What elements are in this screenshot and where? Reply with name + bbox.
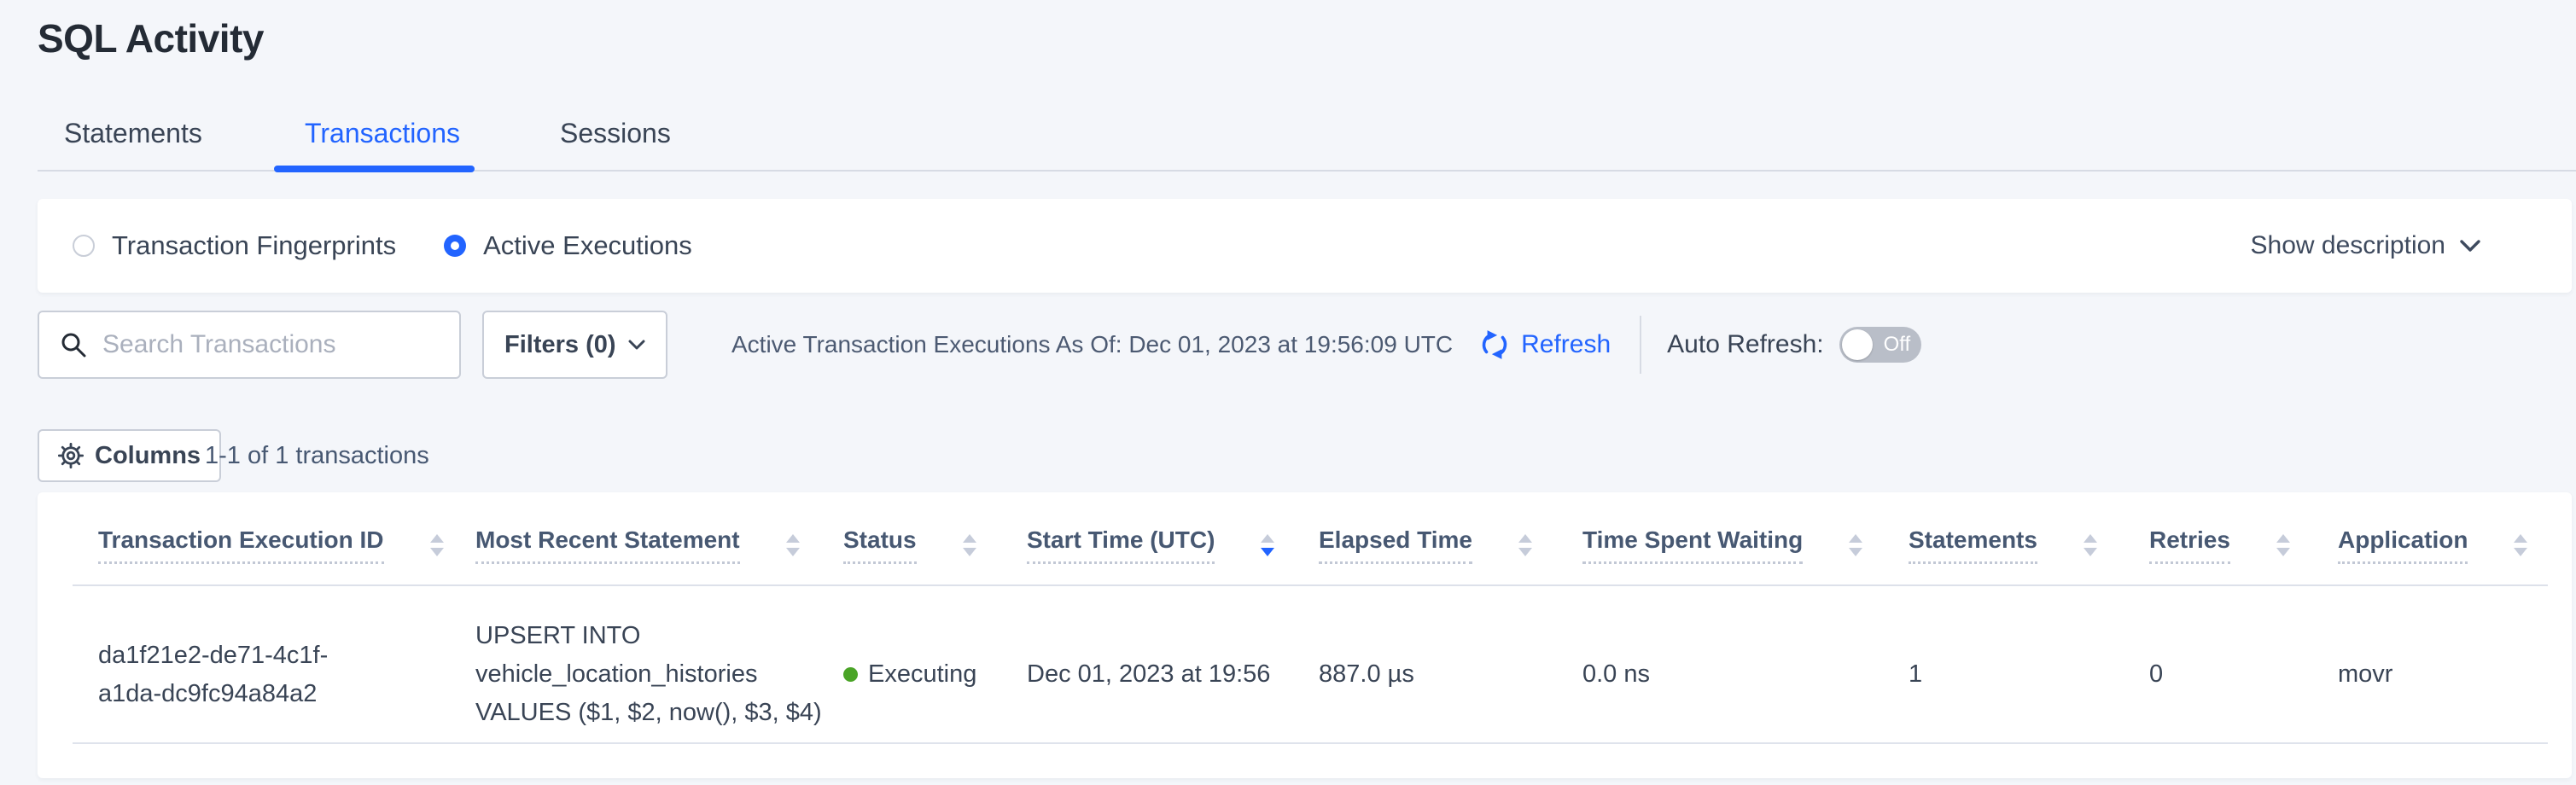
auto-refresh-toggle[interactable]: Off [1839,327,1921,363]
refresh-button[interactable]: Refresh [1478,329,1611,361]
status-executing-dot-icon [843,667,858,682]
transactions-table-card: Transaction Execution ID Most Recent Sta… [38,492,2572,778]
cell-statement-link[interactable]: UPSERT INTO vehicle_location_histories V… [475,617,827,732]
column-header-time-spent-waiting[interactable]: Time Spent Waiting [1582,526,1803,564]
column-header-application[interactable]: Application [2338,526,2468,564]
column-header-retries[interactable]: Retries [2149,526,2230,564]
chevron-down-icon [2459,239,2481,253]
tab-transactions[interactable]: Transactions [305,118,460,149]
sort-icon[interactable] [2276,534,2290,556]
radio-selected-icon[interactable] [444,235,466,257]
radio-active-executions[interactable]: Active Executions [444,230,692,261]
sort-icon-active-desc[interactable] [1261,534,1274,556]
radio-unselected-icon[interactable] [73,235,95,257]
page-title: SQL Activity [38,15,264,61]
tab-sessions[interactable]: Sessions [560,118,671,149]
columns-button[interactable]: Columns [38,429,221,482]
table-header-row: Transaction Execution ID Most Recent Sta… [73,492,2548,585]
filters-button[interactable]: Filters (0) [482,311,667,379]
radio-label: Active Executions [483,230,692,261]
sort-icon[interactable] [2514,534,2527,556]
cell-time-spent-waiting: 0.0 ns [1582,585,1909,743]
transactions-table: Transaction Execution ID Most Recent Sta… [73,492,2548,744]
search-input[interactable] [102,330,442,359]
cell-execution-id: da1f21e2-de71-4c1f-a1da-dc9fc94a84a2 [98,637,384,713]
show-description-toggle[interactable]: Show description [2251,231,2481,260]
refresh-icon [1478,329,1511,361]
toggle-state-label: Off [1884,333,1911,357]
sort-icon[interactable] [963,534,976,556]
sort-icon[interactable] [1518,534,1532,556]
column-header-start-time[interactable]: Start Time (UTC) [1027,526,1215,564]
as-of-timestamp: Active Transaction Executions As Of: Dec… [731,331,1453,358]
sort-icon[interactable] [2084,534,2097,556]
chevron-down-icon [628,340,645,351]
table-row: da1f21e2-de71-4c1f-a1da-dc9fc94a84a2 UPS… [73,585,2548,743]
active-tab-indicator [274,166,475,172]
controls-divider [1640,316,1641,374]
tab-statements[interactable]: Statements [64,118,202,149]
view-options-card: Transaction Fingerprints Active Executio… [38,199,2572,293]
cell-elapsed-time: 887.0 µs [1319,585,1582,743]
cell-start-time: Dec 01, 2023 at 19:56 [1027,585,1319,743]
columns-button-label: Columns [95,442,201,470]
search-box[interactable] [38,311,461,379]
toggle-knob-icon [1842,329,1873,360]
column-header-elapsed-time[interactable]: Elapsed Time [1319,526,1472,564]
column-header-most-recent-statement[interactable]: Most Recent Statement [475,526,740,564]
gear-icon [58,443,84,468]
search-icon [60,331,87,358]
column-header-statements[interactable]: Statements [1909,526,2037,564]
show-description-label: Show description [2251,231,2445,260]
cell-application: movr [2338,585,2548,743]
cell-status: Executing [868,660,976,688]
sort-icon[interactable] [1849,534,1862,556]
column-header-status[interactable]: Status [843,526,917,564]
column-header-transaction-execution-id[interactable]: Transaction Execution ID [98,526,384,564]
auto-refresh-label: Auto Refresh: [1667,330,1823,359]
cell-statements-count: 1 [1909,585,2149,743]
sort-icon[interactable] [786,534,800,556]
filters-label: Filters (0) [504,331,616,359]
refresh-label: Refresh [1521,330,1611,359]
radio-label: Transaction Fingerprints [112,230,396,261]
radio-transaction-fingerprints[interactable]: Transaction Fingerprints [73,230,396,261]
result-count: 1-1 of 1 transactions [205,429,429,482]
cell-retries: 0 [2149,585,2338,743]
sort-icon[interactable] [430,534,444,556]
